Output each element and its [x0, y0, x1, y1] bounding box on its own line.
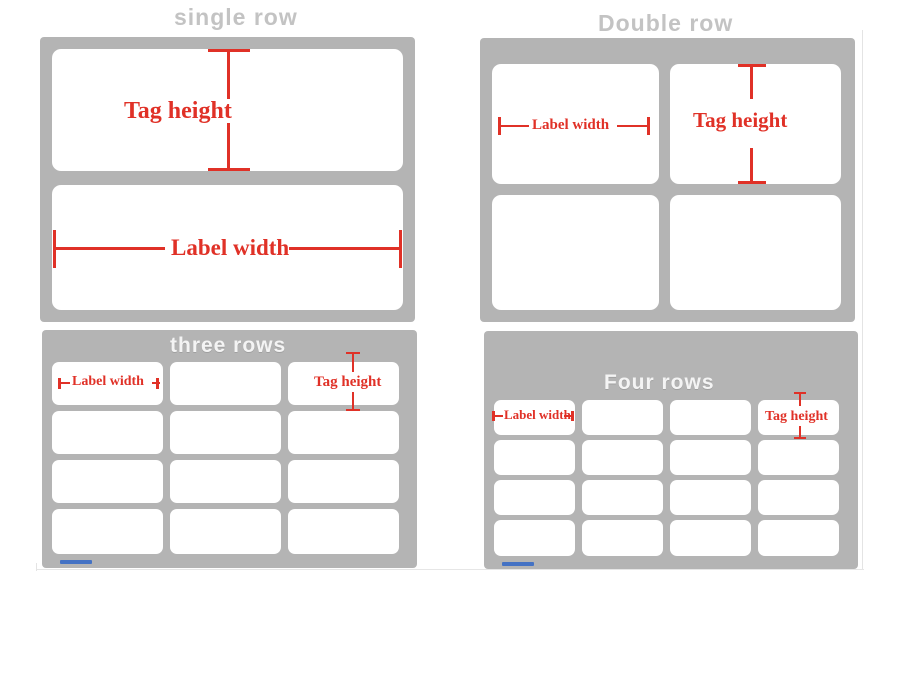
label-width-rule-left-icon	[59, 382, 70, 384]
frame-divider-bottom	[36, 569, 864, 570]
label-cell[interactable]	[494, 520, 575, 556]
label-cell[interactable]	[170, 460, 281, 503]
tag-height-label: Tag height	[314, 374, 382, 390]
label-cell[interactable]	[758, 480, 839, 515]
label-width-cap-right-icon	[399, 230, 402, 268]
label-cell[interactable]	[582, 520, 663, 556]
tag-height-cap-bottom-icon	[738, 181, 766, 184]
label-width-rule-left-icon	[499, 125, 529, 127]
tag-height-rule-upper-icon	[352, 352, 354, 372]
label-cell[interactable]	[582, 400, 663, 435]
label-cell[interactable]	[758, 440, 839, 475]
label-cell[interactable]	[288, 509, 399, 554]
tag-height-rule-upper-icon	[799, 392, 801, 406]
tag-height-cap-bottom-icon	[208, 168, 250, 171]
panel-title-four-rows: Four rows	[604, 371, 715, 394]
tag-height-label: Tag height	[693, 108, 788, 132]
tag-height-rule-lower-icon	[227, 123, 230, 171]
label-cell[interactable]	[670, 480, 751, 515]
label-width-label: Label width	[504, 407, 571, 422]
label-cell[interactable]	[288, 411, 399, 454]
label-cell[interactable]	[492, 195, 659, 310]
label-cell[interactable]	[670, 440, 751, 475]
selection-marker-bar[interactable]	[60, 560, 92, 564]
label-cell[interactable]	[494, 440, 575, 475]
tag-height-rule-upper-icon	[227, 49, 230, 99]
panel-four-rows[interactable]: Four rows Label width Tag height	[484, 331, 858, 569]
label-cell[interactable]	[670, 195, 841, 310]
label-width-cap-right-icon	[647, 117, 650, 135]
panel-title-three-rows: three rows	[170, 334, 287, 357]
label-width-label: Label width	[532, 117, 610, 133]
tag-height-label: Tag height	[765, 409, 828, 424]
frame-divider-right	[862, 30, 863, 570]
label-cell[interactable]	[582, 480, 663, 515]
label-cell[interactable]	[494, 480, 575, 515]
tag-height-label: Tag height	[124, 98, 232, 124]
label-cell[interactable]	[170, 411, 281, 454]
label-cell[interactable]	[670, 520, 751, 556]
label-width-rule-right-icon	[289, 247, 400, 250]
frame-divider-left	[36, 563, 37, 571]
tag-height-rule-lower-icon	[750, 148, 753, 182]
label-cell[interactable]	[52, 509, 163, 554]
label-cell[interactable]	[758, 520, 839, 556]
tag-height-cap-bottom-icon	[346, 409, 360, 411]
tag-height-rule-upper-icon	[750, 64, 753, 99]
panel-title-single-row: single row	[174, 4, 298, 30]
label-cell[interactable]	[582, 440, 663, 475]
diagram-canvas: single row Tag height Label width Double…	[0, 0, 900, 675]
label-cell[interactable]	[52, 411, 163, 454]
tag-height-rule-lower-icon	[352, 392, 354, 410]
label-cell[interactable]	[670, 400, 751, 435]
label-cell[interactable]	[52, 460, 163, 503]
label-cell[interactable]	[288, 460, 399, 503]
panel-three-rows[interactable]: three rows Label width Tag height	[42, 330, 417, 568]
label-cell[interactable]	[170, 362, 281, 405]
panel-double-row[interactable]: Label width Tag height	[480, 38, 855, 322]
panel-single-row[interactable]: Tag height Label width	[40, 37, 415, 322]
label-cell[interactable]	[170, 509, 281, 554]
label-width-cap-right-icon	[571, 411, 574, 421]
tag-height-cap-bottom-icon	[794, 437, 806, 439]
selection-marker-bar[interactable]	[502, 562, 534, 566]
label-width-rule-right-icon	[617, 125, 649, 127]
label-width-label: Label width	[72, 374, 144, 389]
label-width-rule-left-icon	[54, 247, 165, 250]
panel-title-double-row: Double row	[598, 10, 734, 36]
label-width-cap-right-icon	[156, 378, 159, 389]
label-width-label: Label width	[171, 235, 290, 260]
label-width-rule-left-icon	[493, 415, 503, 417]
